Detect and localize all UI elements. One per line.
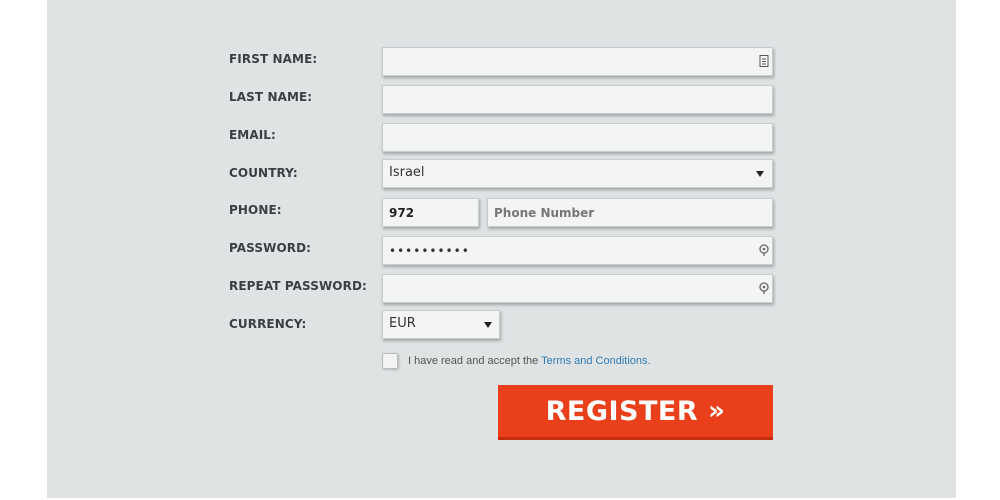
country-selected-value: Israel bbox=[389, 165, 425, 180]
last-name-label: LAST NAME: bbox=[229, 90, 313, 104]
dropdown-caret-icon bbox=[756, 171, 764, 177]
terms-text: I have read and accept the Terms and Con… bbox=[408, 355, 651, 367]
contact-card-icon bbox=[759, 55, 769, 67]
double-chevron-right-icon: » bbox=[708, 396, 726, 426]
key-icon bbox=[759, 244, 769, 256]
repeat-password-label: REPEAT PASSWORD: bbox=[229, 279, 367, 293]
currency-selected-value: EUR bbox=[389, 316, 416, 331]
phone-number-input[interactable] bbox=[487, 198, 773, 227]
key-icon bbox=[759, 282, 769, 294]
password-input[interactable] bbox=[382, 236, 773, 265]
phone-country-code-input[interactable] bbox=[382, 198, 479, 227]
currency-label: CURRENCY: bbox=[229, 317, 307, 331]
register-button[interactable]: REGISTER » bbox=[498, 385, 773, 437]
last-name-input[interactable] bbox=[382, 85, 773, 114]
first-name-label: FIRST NAME: bbox=[229, 52, 318, 66]
terms-prefix: I have read and accept the bbox=[408, 355, 542, 367]
phone-label: PHONE: bbox=[229, 203, 282, 217]
dropdown-caret-icon bbox=[484, 322, 492, 328]
country-label: COUNTRY: bbox=[229, 166, 298, 180]
email-input[interactable] bbox=[382, 123, 773, 152]
country-select[interactable] bbox=[382, 159, 773, 188]
first-name-input[interactable] bbox=[382, 47, 773, 76]
email-label: EMAIL: bbox=[229, 128, 276, 142]
password-label: PASSWORD: bbox=[229, 241, 312, 255]
register-label: REGISTER bbox=[545, 395, 699, 427]
repeat-password-input[interactable] bbox=[382, 274, 773, 303]
terms-checkbox[interactable] bbox=[382, 353, 398, 369]
terms-link[interactable]: Terms and Conditions. bbox=[541, 355, 650, 367]
